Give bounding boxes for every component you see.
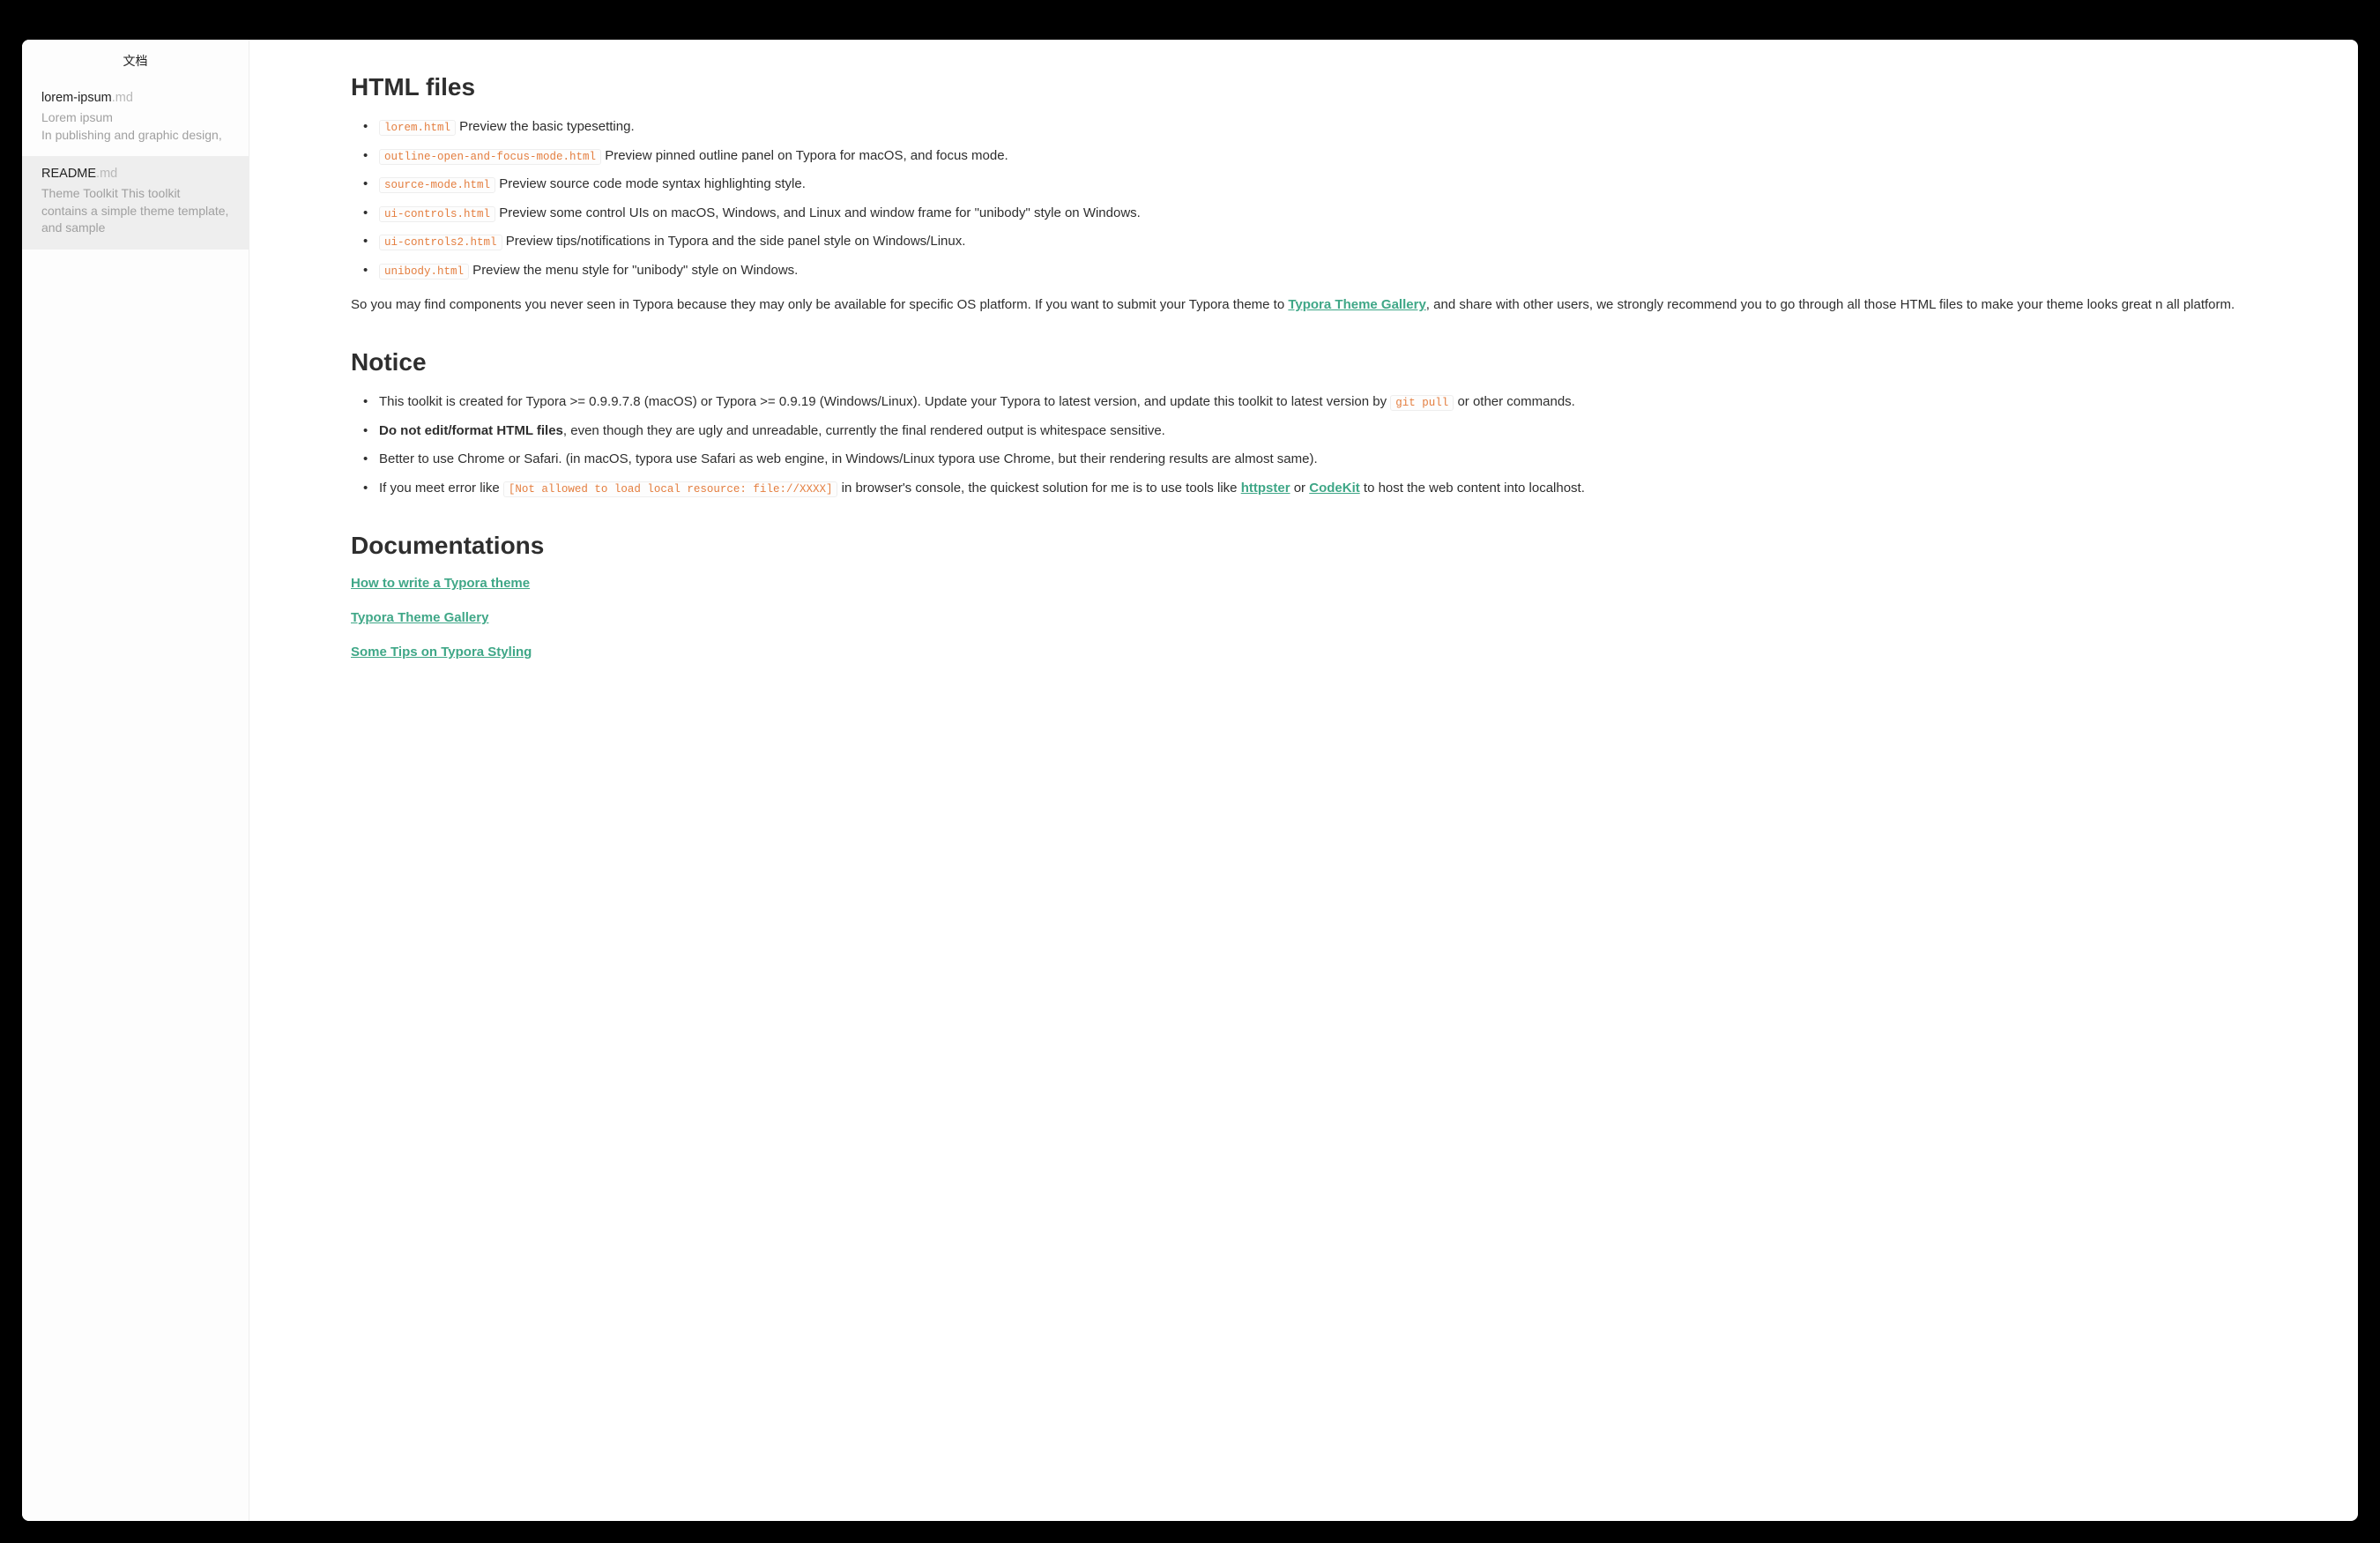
list-item: outline-open-and-focus-mode.html Preview… [363, 146, 2279, 167]
code-inline: outline-open-and-focus-mode.html [379, 149, 601, 165]
heading-documentations: Documentations [351, 532, 2279, 560]
text: or other commands. [1454, 394, 1575, 409]
list-item-text: Preview source code mode syntax highligh… [495, 176, 806, 191]
list-item-text: Preview tips/notifications in Typora and… [502, 234, 966, 249]
file-basename: README [41, 167, 96, 181]
bold-text: Do not edit/format HTML files [379, 423, 563, 438]
code-inline: source-mode.html [379, 177, 495, 193]
file-basename: lorem-ipsum [41, 91, 112, 105]
list-item: unibody.html Preview the menu style for … [363, 261, 2279, 281]
sidebar-header: 文档 [22, 40, 249, 80]
html-files-list: lorem.html Preview the basic typesetting… [363, 117, 2279, 280]
list-item-text: Preview the menu style for "unibody" sty… [469, 263, 798, 278]
link-codekit[interactable]: CodeKit [1309, 481, 1360, 496]
file-name: lorem-ipsum.md [41, 91, 229, 105]
code-inline: unibody.html [379, 264, 469, 280]
file-item-readme[interactable]: README.md Theme Toolkit This toolkit con… [22, 156, 249, 250]
file-preview-line: In publishing and graphic design, [41, 128, 222, 142]
file-preview: Theme Toolkit This toolkit contains a si… [41, 185, 229, 237]
list-item: ui-controls.html Preview some control UI… [363, 204, 2279, 224]
text: to host the web content into localhost. [1360, 481, 1585, 496]
code-inline: lorem.html [379, 120, 456, 136]
file-name: README.md [41, 167, 229, 181]
file-preview-line: Lorem ipsum [41, 110, 113, 124]
text: So you may find components you never see… [351, 297, 1288, 312]
file-ext: .md [96, 167, 117, 181]
text: If you meet error like [379, 481, 503, 496]
file-preview: Lorem ipsum In publishing and graphic de… [41, 109, 229, 144]
list-item-text: Preview some control UIs on macOS, Windo… [495, 205, 1141, 220]
text: This toolkit is created for Typora >= 0.… [379, 394, 1390, 409]
code-inline: ui-controls2.html [379, 235, 502, 250]
code-inline: ui-controls.html [379, 206, 495, 222]
text: , and share with other users, we strongl… [1426, 297, 2235, 312]
doc-link-theme-gallery[interactable]: Typora Theme Gallery [351, 610, 2279, 625]
paragraph: So you may find components you never see… [351, 294, 2279, 315]
heading-notice: Notice [351, 348, 2279, 376]
list-item: lorem.html Preview the basic typesetting… [363, 117, 2279, 138]
doc-link-tips-styling[interactable]: Some Tips on Typora Styling [351, 645, 2279, 660]
list-item: This toolkit is created for Typora >= 0.… [363, 392, 2279, 413]
notice-list: This toolkit is created for Typora >= 0.… [363, 392, 2279, 498]
content-area[interactable]: HTML files lorem.html Preview the basic … [249, 40, 2358, 1521]
code-inline: [Not allowed to load local resource: fil… [503, 481, 838, 497]
list-item-text: Preview the basic typesetting. [456, 119, 635, 134]
list-item-text: Preview pinned outline panel on Typora f… [601, 148, 1008, 163]
sidebar: 文档 lorem-ipsum.md Lorem ipsum In publish… [22, 40, 249, 1521]
text: in browser's console, the quickest solut… [837, 481, 1240, 496]
link-httpster[interactable]: httpster [1241, 481, 1290, 496]
doc-link-how-to-write[interactable]: How to write a Typora theme [351, 576, 2279, 591]
file-item-lorem-ipsum[interactable]: lorem-ipsum.md Lorem ipsum In publishing… [22, 80, 249, 156]
list-item: If you meet error like [Not allowed to l… [363, 479, 2279, 499]
app-window: 文档 lorem-ipsum.md Lorem ipsum In publish… [22, 40, 2358, 1521]
list-item: source-mode.html Preview source code mod… [363, 175, 2279, 195]
file-ext: .md [112, 91, 133, 105]
heading-html-files: HTML files [351, 73, 2279, 101]
link-typora-theme-gallery[interactable]: Typora Theme Gallery [1288, 297, 1425, 312]
text: or [1290, 481, 1310, 496]
text: , even though they are ugly and unreadab… [563, 423, 1165, 438]
list-item: Do not edit/format HTML files, even thou… [363, 421, 2279, 442]
list-item: ui-controls2.html Preview tips/notificat… [363, 232, 2279, 252]
code-inline: git pull [1390, 395, 1454, 411]
list-item: Better to use Chrome or Safari. (in macO… [363, 450, 2279, 470]
